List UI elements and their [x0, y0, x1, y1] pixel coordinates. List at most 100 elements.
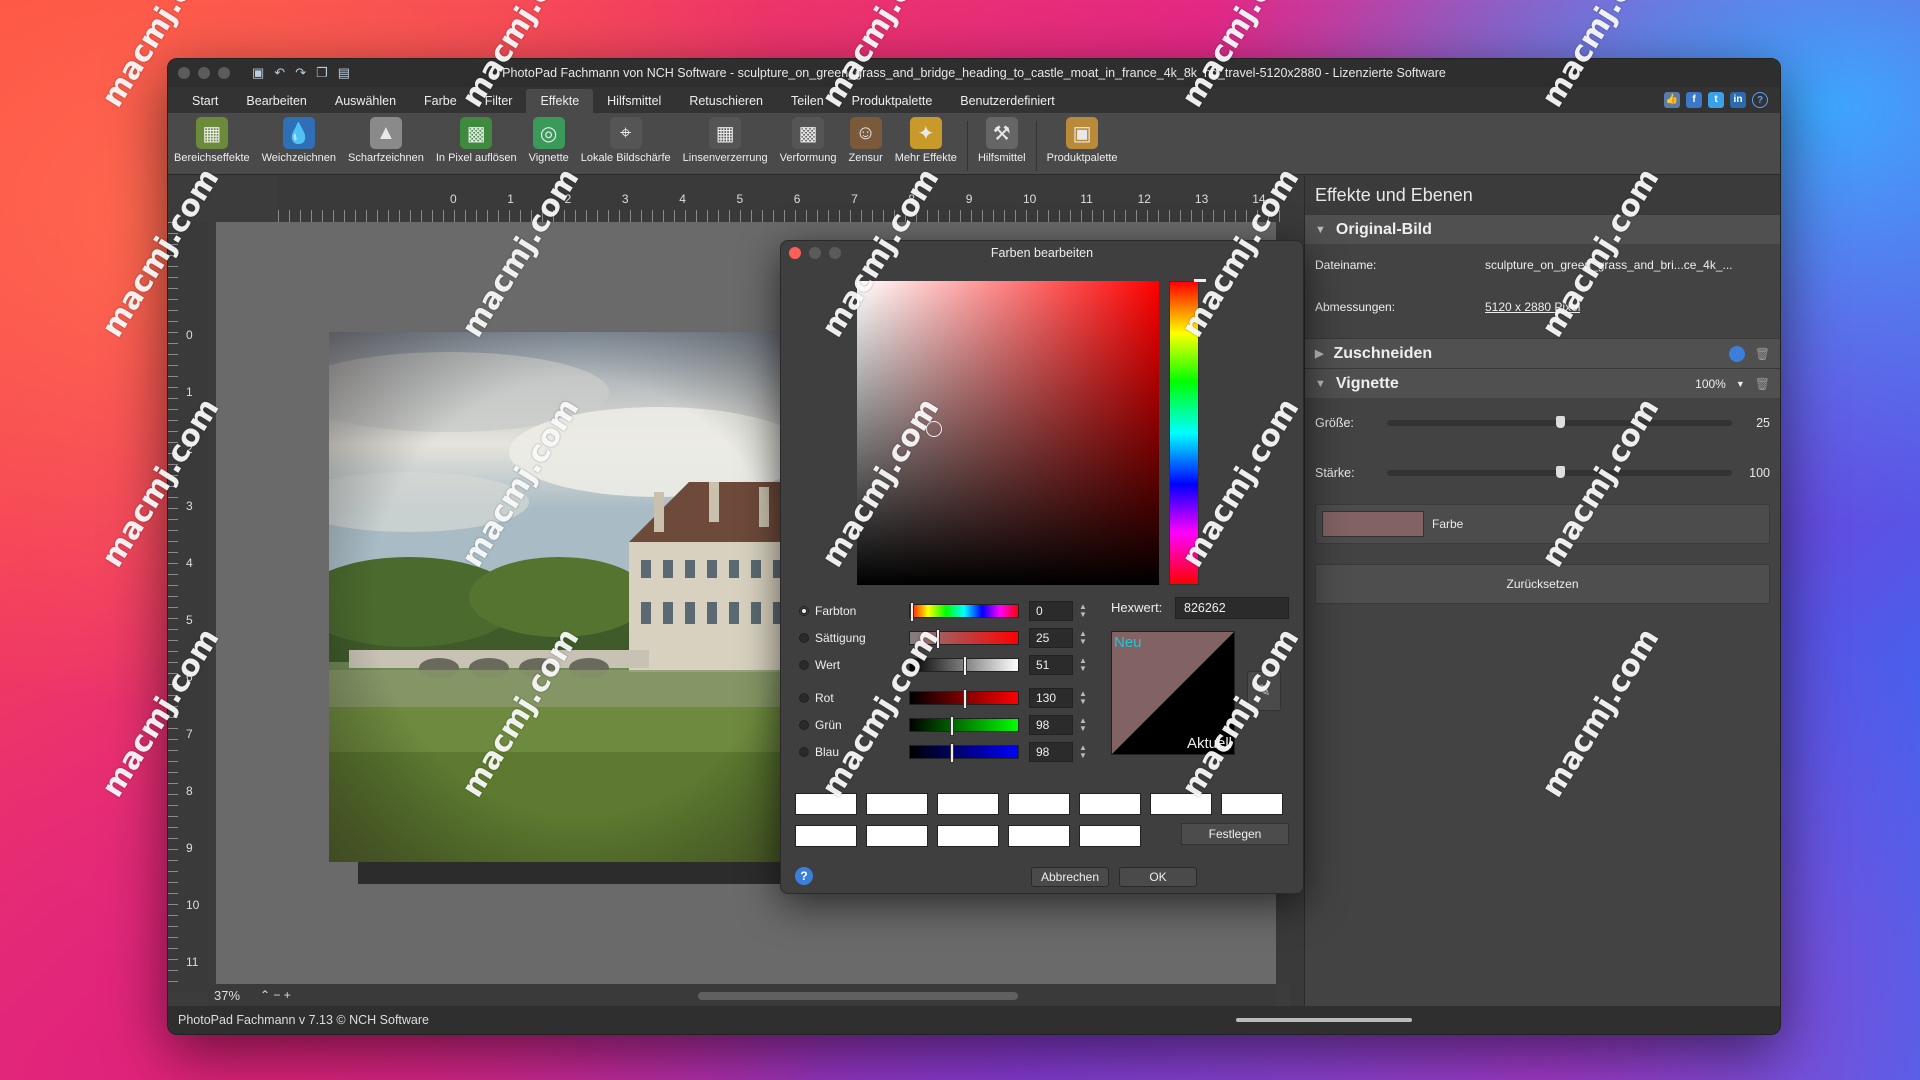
component-slider-marker[interactable] [963, 689, 968, 709]
section-original-image[interactable]: ▼ Original-Bild [1305, 214, 1780, 244]
tool-weichzeichnen[interactable]: 💧 Weichzeichnen [256, 117, 342, 164]
component-slider-marker[interactable] [949, 716, 954, 736]
component-slider[interactable] [909, 689, 1019, 709]
eyedropper-icon[interactable]: ✎ [1247, 671, 1281, 711]
tool-bereichseffekte[interactable]: ▦ Bereichseffekte [168, 117, 256, 164]
ok-button[interactable]: OK [1119, 867, 1197, 887]
menu-tab-farbe[interactable]: Farbe [410, 89, 471, 113]
component-value-input[interactable]: 130 [1029, 688, 1073, 708]
menu-tab-produktpalette[interactable]: Produktpalette [838, 89, 947, 113]
swatch[interactable] [1221, 793, 1283, 815]
swatch[interactable] [866, 793, 928, 815]
trash-icon[interactable]: 🗑 [1755, 377, 1770, 391]
menu-tab-start[interactable]: Start [178, 89, 232, 113]
vignette-color-swatch[interactable] [1322, 511, 1424, 537]
mode-radio[interactable] [799, 720, 809, 730]
dialog-help-icon[interactable]: ? [795, 867, 813, 885]
mode-radio[interactable] [799, 693, 809, 703]
horizontal-scrollbar[interactable] [698, 992, 1018, 1000]
menu-tab-filter[interactable]: Filter [471, 89, 527, 113]
menu-tab-bearbeiten[interactable]: Bearbeiten [232, 89, 320, 113]
stepper-icon[interactable]: ▲ ▼ [1079, 744, 1087, 760]
component-slider[interactable] [909, 743, 1019, 763]
menu-tab-benutzerdefiniert[interactable]: Benutzerdefiniert [946, 89, 1069, 113]
swatch[interactable] [1079, 825, 1141, 847]
component-value-input[interactable]: 0 [1029, 601, 1073, 621]
component-slider[interactable] [909, 629, 1019, 649]
component-value-input[interactable]: 25 [1029, 628, 1073, 648]
cancel-button[interactable]: Abbrechen [1031, 867, 1109, 887]
stepper-icon[interactable]: ▲ ▼ [1079, 657, 1087, 673]
like-icon[interactable]: 👍 [1664, 92, 1680, 108]
swatch[interactable] [866, 825, 928, 847]
hue-marker[interactable] [1194, 279, 1206, 282]
tool-mehr-effekte[interactable]: ✦ Mehr Effekte [889, 117, 963, 164]
strength-slider[interactable] [1387, 466, 1732, 478]
menu-tab-hilfsmittel[interactable]: Hilfsmittel [593, 89, 675, 113]
size-slider-knob[interactable] [1555, 416, 1565, 428]
chevron-down-icon[interactable]: ▼ [1736, 379, 1745, 389]
mode-radio[interactable] [799, 660, 809, 670]
stepper-icon[interactable]: ▲ ▼ [1079, 690, 1087, 706]
zoom-level[interactable]: 37% [214, 988, 240, 1003]
swatch[interactable] [937, 793, 999, 815]
swatch[interactable] [795, 825, 857, 847]
twitter-icon[interactable]: t [1708, 92, 1724, 108]
tool-zensur[interactable]: ☺ Zensur [843, 117, 889, 164]
hex-input[interactable]: 826262 [1175, 597, 1289, 619]
component-slider-marker[interactable] [949, 743, 954, 763]
color-row[interactable]: Farbe [1315, 504, 1770, 544]
color-picker-cursor[interactable] [926, 421, 942, 437]
set-color-button[interactable]: Festlegen [1181, 823, 1289, 845]
section-vignette[interactable]: ▼ Vignette 100% ▼ 🗑 [1305, 368, 1780, 398]
mode-radio[interactable] [799, 606, 809, 616]
mode-radio[interactable] [799, 747, 809, 757]
tool-in-pixel-auflösen[interactable]: ▩ In Pixel auflösen [430, 117, 523, 164]
component-value-input[interactable]: 98 [1029, 742, 1073, 762]
trash-icon[interactable]: 🗑 [1755, 347, 1770, 361]
tool-vignette[interactable]: ◎ Vignette [523, 117, 575, 164]
swatch[interactable] [937, 825, 999, 847]
dimensions-link[interactable]: 5120 x 2880 Pixel [1485, 300, 1580, 314]
swatch[interactable] [1150, 793, 1212, 815]
swatch[interactable] [1008, 825, 1070, 847]
mode-radio[interactable] [799, 633, 809, 643]
component-slider[interactable] [909, 656, 1019, 676]
component-value-input[interactable]: 98 [1029, 715, 1073, 735]
menu-tab-retuschieren[interactable]: Retuschieren [675, 89, 777, 113]
castle-photo[interactable] [329, 332, 829, 862]
hue-strip[interactable] [1169, 279, 1206, 585]
component-slider[interactable] [909, 716, 1019, 736]
size-slider[interactable] [1387, 416, 1732, 428]
menu-tab-auswählen[interactable]: Auswählen [321, 89, 410, 113]
tool-linsenverzerrung[interactable]: ▦ Linsenverzerrung [677, 117, 774, 164]
saturation-value-picker[interactable] [857, 281, 1159, 585]
facebook-icon[interactable]: f [1686, 92, 1702, 108]
strength-slider-knob[interactable] [1555, 466, 1565, 478]
stepper-icon[interactable]: ▲ ▼ [1079, 603, 1087, 619]
menu-tab-effekte[interactable]: Effekte [526, 89, 594, 113]
tool-lokale-bildschärfe[interactable]: ⌖ Lokale Bildschärfe [575, 117, 677, 164]
tool-verformung[interactable]: ▩ Verformung [774, 117, 843, 164]
tool-scharfzeichnen[interactable]: ▲ Scharfzeichnen [342, 117, 430, 164]
section-crop[interactable]: ▶ Zuschneiden 🗑 [1305, 338, 1780, 368]
component-value-input[interactable]: 51 [1029, 655, 1073, 675]
menu-tab-teilen[interactable]: Teilen [777, 89, 838, 113]
swatch[interactable] [1079, 793, 1141, 815]
zoom-controls[interactable]: ⌃ − + [260, 988, 291, 1002]
component-slider-marker[interactable] [910, 602, 914, 622]
swatch[interactable] [1008, 793, 1070, 815]
reset-button[interactable]: Zurücksetzen [1315, 564, 1770, 604]
component-slider-marker[interactable] [936, 629, 940, 649]
linkedin-icon[interactable]: in [1730, 92, 1746, 108]
tool-produktpalette[interactable]: ▣ Produktpalette [1041, 117, 1124, 164]
swatch[interactable] [795, 793, 857, 815]
component-slider[interactable] [909, 602, 1019, 622]
help-icon[interactable]: ? [1752, 92, 1768, 108]
vignette-opacity[interactable]: 100% [1695, 377, 1726, 391]
visibility-toggle-icon[interactable] [1728, 345, 1745, 362]
component-slider-marker[interactable] [963, 656, 968, 676]
stepper-icon[interactable]: ▲ ▼ [1079, 630, 1087, 646]
tool-hilfsmittel[interactable]: ⚒ Hilfsmittel [972, 117, 1032, 164]
stepper-icon[interactable]: ▲ ▼ [1079, 717, 1087, 733]
